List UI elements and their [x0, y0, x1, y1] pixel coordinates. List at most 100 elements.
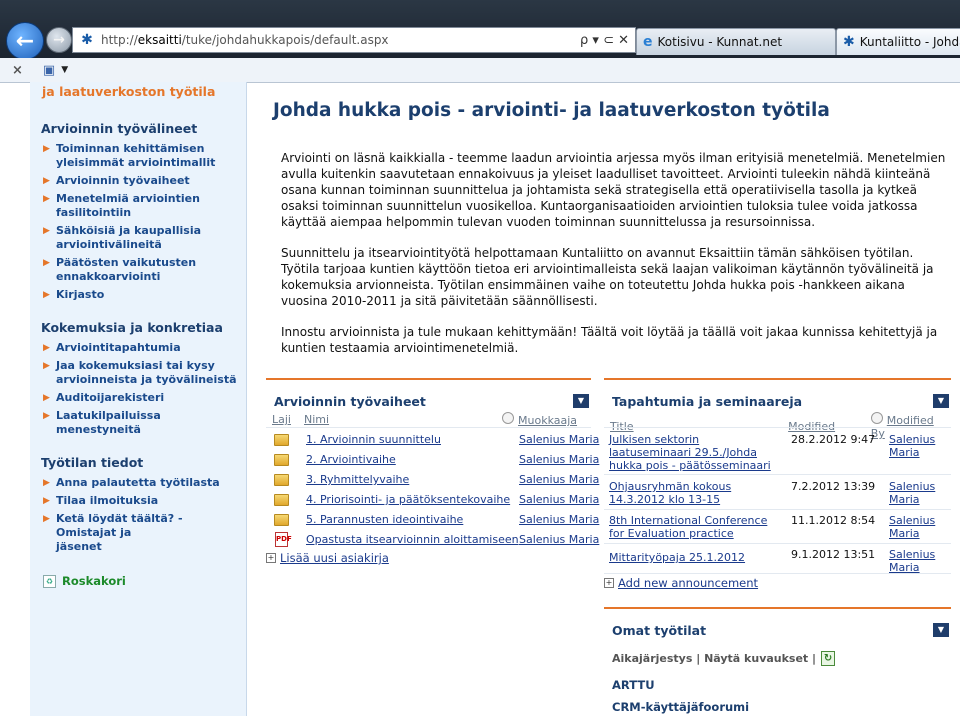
document-name[interactable]: 4. Priorisointi- ja päätöksentekovaihe: [306, 493, 519, 506]
event-title[interactable]: Ohjausryhmän kokous 14.3.2012 klo 13-15: [609, 480, 777, 506]
site-favicon-icon: ✱: [843, 34, 855, 50]
pdf-icon: PDF: [275, 532, 292, 547]
arrow-right-icon: ▶: [43, 343, 50, 353]
event-modified: 28.2.2012 9:47: [791, 433, 876, 446]
sidebar-item[interactable]: ▶ Anna palautetta työtilasta: [43, 476, 246, 490]
folder-icon: [274, 513, 289, 526]
sidebar-item[interactable]: ▶ Toiminnan kehittämisen yleisimmät arvio…: [43, 142, 246, 170]
document-row: 4. Priorisointi- ja päätöksentekovaihe S…: [274, 493, 599, 506]
arrow-right-icon: ▶: [43, 258, 50, 268]
add-announcement-link[interactable]: + Add new announcement: [604, 576, 758, 590]
webpart-menu-icon[interactable]: ▼: [573, 394, 589, 408]
divider: [604, 427, 951, 428]
forward-button[interactable]: →: [46, 27, 72, 53]
sidebar-item[interactable]: ▶ Kirjasto: [43, 288, 246, 302]
sidebar-item[interactable]: ▶ Arvioinnin työvaiheet: [43, 174, 246, 188]
event-author[interactable]: Salenius Maria: [889, 548, 939, 574]
col-name[interactable]: Nimi: [304, 413, 502, 426]
divider: [604, 543, 951, 544]
back-button[interactable]: ←: [6, 22, 44, 60]
sidebar-heading[interactable]: Kokemuksia ja konkretiaa: [41, 320, 246, 335]
tab-kunnat[interactable]: e Kotisivu - Kunnat.net: [636, 28, 836, 55]
close-icon[interactable]: ×: [12, 63, 23, 78]
document-author[interactable]: Salenius Maria: [519, 493, 599, 506]
tab-kuntaliitto[interactable]: ✱ Kuntaliitto - Johda: [836, 28, 960, 55]
col-title[interactable]: Title: [610, 420, 788, 433]
documents-column-headers: Laji Nimi Muokkaaja: [272, 412, 590, 427]
workspaces-webpart-title[interactable]: Omat työtilat: [612, 623, 706, 638]
arrow-right-icon: ▶: [43, 514, 50, 524]
col-modified-by[interactable]: Muokkaaja: [502, 412, 577, 427]
divider: [266, 427, 591, 428]
document-name[interactable]: 5. Parannusten ideointivaihe: [306, 513, 519, 526]
refresh-icon[interactable]: ↻: [821, 651, 836, 666]
event-author[interactable]: Salenius Maria: [889, 433, 939, 459]
event-author[interactable]: Salenius Maria: [889, 514, 939, 540]
sidebar-item[interactable]: ▶ Auditoijarekisteri: [43, 391, 246, 405]
workspace-item[interactable]: ARTTU: [612, 678, 655, 692]
document-row: PDF Opastusta itsearvioinnin aloittamise…: [275, 532, 599, 547]
document-name[interactable]: 3. Ryhmittelyvaihe: [306, 473, 519, 486]
arrow-right-icon: ▶: [43, 176, 50, 186]
sidebar-heading[interactable]: Työtilan tiedot: [41, 455, 246, 470]
event-modified: 9.1.2012 13:51: [791, 548, 876, 561]
document-name[interactable]: 1. Arvioinnin suunnittelu: [306, 433, 519, 446]
workspace-item[interactable]: CRM-käyttäjäfoorumi: [612, 700, 749, 714]
document-author[interactable]: Salenius Maria: [519, 513, 599, 526]
documents-webpart-title[interactable]: Arvioinnin työvaiheet: [274, 394, 426, 409]
events-webpart-title[interactable]: Tapahtumia ja seminaareja: [612, 394, 802, 409]
arrow-right-icon: ▶: [43, 144, 50, 154]
workspaces-toolbar-links[interactable]: Aikajärjestys | Näytä kuvaukset |: [612, 652, 816, 665]
document-row: 2. Arviointivaihe Salenius Maria: [274, 453, 599, 466]
sidebar-item[interactable]: ▶ Ketä löydät täältä? - Omistajat ja jäse…: [43, 512, 246, 554]
folder-icon: [274, 493, 289, 506]
command-bar: × ▣ ▼: [0, 58, 960, 83]
address-bar[interactable]: ✱ http://eksaitti/tuke/johdahukkapois/de…: [72, 27, 636, 53]
sidebar-item[interactable]: ▶ Päätösten vaikutusten ennakkoarviointi: [43, 256, 246, 284]
webpart-menu-icon[interactable]: ▼: [933, 394, 949, 408]
document-name[interactable]: Opastusta itsearvioinnin aloittamiseen: [306, 533, 519, 546]
sidebar-item[interactable]: ▶ Menetelmiä arviointien fasilitointiin: [43, 192, 246, 220]
recycle-bin-icon: ♻: [43, 574, 56, 588]
col-type[interactable]: Laji: [272, 413, 304, 426]
document-author[interactable]: Salenius Maria: [519, 453, 599, 466]
quick-launch-sidebar: ja laatuverkoston työtila Arvioinnin työ…: [30, 82, 247, 716]
page-title: Johda hukka pois - arviointi- ja laatuve…: [273, 100, 830, 121]
forward-arrow-icon: →: [53, 32, 65, 48]
sidebar-site-title[interactable]: ja laatuverkoston työtila: [42, 84, 246, 99]
event-title[interactable]: Mittarityöpaja 25.1.2012: [609, 551, 777, 564]
folder-icon: [274, 453, 289, 466]
document-author[interactable]: Salenius Maria: [519, 533, 599, 546]
webpart-menu-icon[interactable]: ▼: [933, 623, 949, 637]
document-author[interactable]: Salenius Maria: [519, 473, 599, 486]
events-webpart-header: Tapahtumia ja seminaareja ▼: [604, 378, 951, 409]
event-title[interactable]: 8th International Conference for Evaluat…: [609, 514, 777, 540]
recycle-bin-link[interactable]: ♻ Roskakori: [43, 574, 246, 588]
folder-icon: [274, 433, 289, 446]
chevron-down-icon[interactable]: ▼: [61, 65, 68, 75]
sidebar-item[interactable]: ▶ Arviointitapahtumia: [43, 341, 246, 355]
arrow-right-icon: ▶: [43, 290, 50, 300]
arrow-right-icon: ▶: [43, 226, 50, 236]
divider: [604, 474, 951, 475]
arrow-right-icon: ▶: [43, 393, 50, 403]
ie-logo-icon: e: [643, 34, 653, 50]
col-modified[interactable]: Modified: [788, 420, 871, 433]
sidebar-item[interactable]: ▶ Sähköisiä ja kaupallisia arviointivälin…: [43, 224, 246, 252]
address-controls[interactable]: ρ ▾ ⊂ ✕: [580, 33, 629, 48]
sidebar-item[interactable]: ▶ Tilaa ilmoituksia: [43, 494, 246, 508]
event-title[interactable]: Julkisen sektorin laatuseminaari 29.5./J…: [609, 433, 777, 472]
sidebar-item[interactable]: ▶ Laatukilpailuissa menestyneitä: [43, 409, 246, 437]
address-url[interactable]: http://eksaitti/tuke/johdahukkapois/defa…: [101, 33, 580, 47]
document-name[interactable]: 2. Arviointivaihe: [306, 453, 519, 466]
arrow-right-icon: ▶: [43, 361, 50, 371]
picture-icon[interactable]: ▣: [43, 63, 55, 78]
sidebar-heading[interactable]: Arvioinnin työvälineet: [41, 121, 246, 136]
event-author[interactable]: Salenius Maria: [889, 480, 939, 506]
add-document-link[interactable]: + Lisää uusi asiakirja: [266, 551, 389, 565]
sort-circle-icon: [870, 412, 883, 424]
arrow-right-icon: ▶: [43, 194, 50, 204]
intro-paragraph: Arviointi on läsnä kaikkialla - teemme l…: [281, 151, 946, 229]
document-author[interactable]: Salenius Maria: [519, 433, 599, 446]
sidebar-item[interactable]: ▶ Jaa kokemuksiasi tai kysy arvioinneista…: [43, 359, 246, 387]
